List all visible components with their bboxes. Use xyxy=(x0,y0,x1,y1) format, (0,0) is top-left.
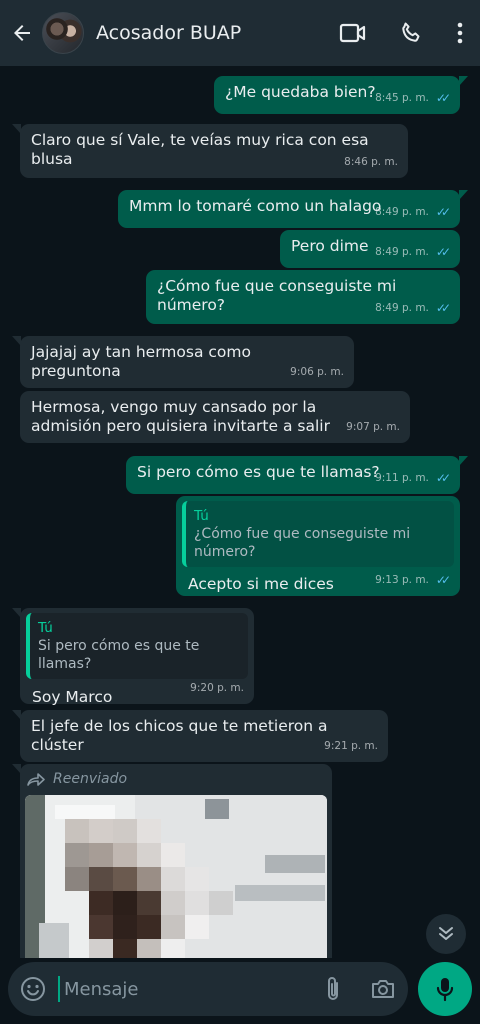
message-text: Hermosa, vengo muy cansado por la admisi… xyxy=(31,398,330,435)
voice-message-button[interactable] xyxy=(418,962,472,1016)
microphone-icon xyxy=(436,978,454,1002)
message-outgoing[interactable]: ¿Me quedaba bien? 8:45 p. m. ✓✓ xyxy=(214,76,468,114)
message-text: Si pero cómo es que te llamas? xyxy=(137,463,380,481)
more-options-button[interactable] xyxy=(440,0,480,66)
message-time: 9:20 p. m. xyxy=(190,682,244,694)
read-receipt-icon: ✓✓ xyxy=(435,573,451,587)
message-incoming[interactable]: El jefe de los chicos que te metieron a … xyxy=(12,710,388,762)
camera-button[interactable] xyxy=(358,962,408,1016)
phone-icon xyxy=(402,22,420,42)
message-time: 9:06 p. m. xyxy=(290,366,344,378)
quote-author: Tú xyxy=(194,508,209,524)
message-time: 8:46 p. m. xyxy=(344,156,398,168)
message-time: 8:49 p. m. xyxy=(375,246,429,258)
emoji-icon xyxy=(21,977,45,1001)
message-text: ¿Cómo fue que conseguiste mi número? xyxy=(157,277,397,314)
quoted-message[interactable]: Tú Si pero cómo es que te llamas? xyxy=(26,613,248,679)
message-time: 9:11 p. m. xyxy=(375,472,429,484)
photo-attachment[interactable] xyxy=(25,795,327,958)
camera-icon xyxy=(372,980,394,998)
message-outgoing[interactable]: Pero dime 8:49 p. m. ✓✓ xyxy=(280,230,460,268)
chat-header: Acosador BUAP xyxy=(0,0,480,66)
forward-icon xyxy=(27,772,45,786)
message-time: 9:13 p. m. xyxy=(375,574,429,586)
read-receipt-icon: ✓✓ xyxy=(435,91,451,105)
message-time: 8:49 p. m. xyxy=(375,206,429,218)
message-text: Mmm lo tomaré como un halago xyxy=(129,197,382,215)
read-receipt-icon: ✓✓ xyxy=(435,205,451,219)
message-meta: 8:45 p. m. ✓✓ xyxy=(375,89,451,108)
quote-author: Tú xyxy=(38,620,53,636)
message-meta: 8:46 p. m. xyxy=(344,153,398,172)
message-text: Pero dime xyxy=(291,237,369,255)
forwarded-indicator: Reenviado xyxy=(25,768,327,795)
more-vertical-icon xyxy=(457,22,463,44)
message-incoming[interactable]: Jajajaj ay tan hermosa como preguntona 9… xyxy=(12,336,354,388)
read-receipt-icon: ✓✓ xyxy=(435,471,451,485)
message-outgoing[interactable]: Mmm lo tomaré como un halago 8:49 p. m. … xyxy=(118,190,468,228)
message-outgoing[interactable]: Si pero cómo es que te llamas? 9:11 p. m… xyxy=(126,456,468,494)
message-composer xyxy=(8,962,408,1016)
read-receipt-icon: ✓✓ xyxy=(435,245,451,259)
message-meta: 8:49 p. m. ✓✓ xyxy=(375,203,451,222)
message-outgoing[interactable]: ¿Cómo fue que conseguiste mi número? 8:4… xyxy=(146,270,460,324)
read-receipt-icon: ✓✓ xyxy=(435,301,451,315)
message-incoming-forwarded[interactable]: Reenviado xyxy=(12,764,332,958)
attach-button[interactable] xyxy=(308,962,358,1016)
arrow-left-icon xyxy=(14,25,30,41)
building-photo xyxy=(25,795,327,958)
message-text: Jajajaj ay tan hermosa como preguntona xyxy=(31,343,251,380)
quote-text: ¿Cómo fue que conseguiste mi número? xyxy=(194,526,411,560)
message-meta: 9:20 p. m. xyxy=(190,679,244,698)
message-outgoing-reply[interactable]: Tú ¿Cómo fue que conseguiste mi número? … xyxy=(176,496,460,596)
message-incoming-reply[interactable]: Tú Si pero cómo es que te llamas? Soy Ma… xyxy=(12,608,254,706)
voice-call-button[interactable] xyxy=(382,0,440,66)
quoted-message[interactable]: Tú ¿Cómo fue que conseguiste mi número? xyxy=(182,501,454,567)
message-meta: 9:13 p. m. ✓✓ xyxy=(375,571,451,590)
message-incoming[interactable]: Hermosa, vengo muy cansado por la admisi… xyxy=(20,391,410,443)
message-list[interactable]: ¿Me quedaba bien? 8:45 p. m. ✓✓ Claro qu… xyxy=(0,66,480,958)
quote-text: Si pero cómo es que te llamas? xyxy=(38,638,200,672)
paperclip-icon xyxy=(328,977,338,1000)
scroll-to-bottom-button[interactable] xyxy=(426,914,466,954)
emoji-button[interactable] xyxy=(8,962,58,1016)
contact-name[interactable]: Acosador BUAP xyxy=(96,22,324,44)
double-chevron-down-icon xyxy=(439,927,453,940)
message-meta: 8:49 p. m. ✓✓ xyxy=(375,299,451,318)
message-meta: 9:11 p. m. ✓✓ xyxy=(375,469,451,488)
message-meta: 9:07 p. m. xyxy=(346,418,400,437)
message-time: 8:49 p. m. xyxy=(375,302,429,314)
message-meta: 8:49 p. m. ✓✓ xyxy=(375,243,451,262)
back-button[interactable] xyxy=(4,0,40,66)
message-time: 8:45 p. m. xyxy=(375,92,429,104)
contact-avatar[interactable] xyxy=(42,12,84,54)
message-time: 9:07 p. m. xyxy=(346,421,400,433)
message-meta: 9:06 p. m. xyxy=(290,363,344,382)
message-time: 9:21 p. m. xyxy=(324,740,378,752)
video-call-button[interactable] xyxy=(324,0,382,66)
message-meta: 9:21 p. m. xyxy=(324,737,378,756)
message-text: ¿Me quedaba bien? xyxy=(225,83,376,101)
message-text: El jefe de los chicos que te metieron a … xyxy=(31,717,328,754)
message-incoming[interactable]: Claro que sí Vale, te veías muy rica con… xyxy=(12,124,408,178)
video-call-icon xyxy=(339,23,366,43)
message-input[interactable] xyxy=(58,976,308,1002)
forwarded-label: Reenviado xyxy=(53,771,128,787)
message-text: Claro que sí Vale, te veías muy rica con… xyxy=(31,131,369,168)
